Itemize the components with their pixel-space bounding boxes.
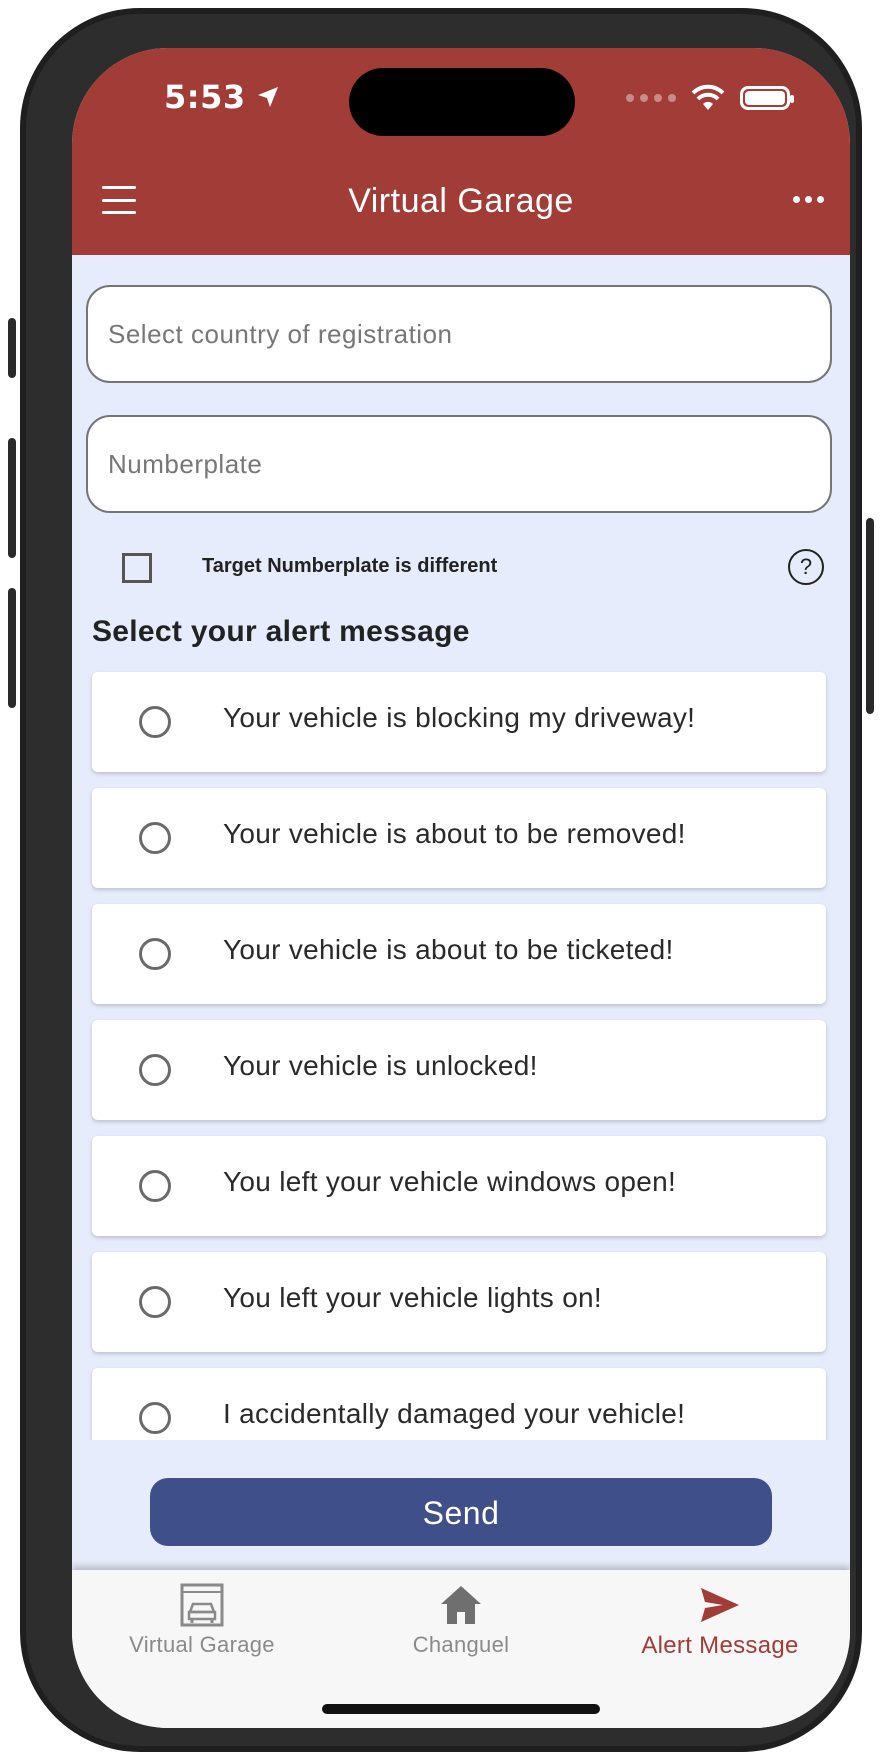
radio-button-icon[interactable]	[139, 706, 171, 738]
home-indicator[interactable]	[322, 1704, 600, 1714]
alert-option-label: You left your vehicle windows open!	[223, 1166, 677, 1197]
nav-label-virtual-garage: Virtual Garage	[129, 1632, 275, 1657]
power-button	[866, 518, 874, 714]
alert-option-label: Your vehicle is blocking my driveway!	[223, 702, 696, 733]
nav-item-alert-message[interactable]: Alert Message	[590, 1582, 850, 1660]
numberplate-input[interactable]	[88, 417, 830, 511]
nav-item-changuel[interactable]: Changuel	[331, 1582, 591, 1658]
send-icon	[701, 1588, 739, 1622]
alert-section-title: Select your alert message	[92, 615, 470, 648]
alert-option-label: You left your vehicle lights on!	[223, 1282, 603, 1313]
alert-option[interactable]: Your vehicle is blocking my driveway!	[92, 672, 826, 772]
alert-option-label: I accidentally damaged your vehicle!	[223, 1398, 686, 1429]
screen: 5:53 Virtual Garage Select country of re…	[72, 48, 850, 1728]
nav-label-alert-message: Alert Message	[641, 1632, 799, 1659]
radio-button-icon[interactable]	[139, 822, 171, 854]
alert-option-label: Your vehicle is unlocked!	[223, 1050, 538, 1081]
radio-button-icon[interactable]	[139, 1170, 171, 1202]
send-button[interactable]: Send	[150, 1478, 772, 1546]
radio-button-icon[interactable]	[139, 1286, 171, 1318]
app-bar: 5:53 Virtual Garage	[72, 48, 850, 255]
bottom-navigation: Virtual Garage Changuel Alert Message	[72, 1570, 850, 1728]
location-arrow-icon	[257, 87, 278, 107]
alert-option[interactable]: You left your vehicle windows open!	[92, 1136, 826, 1236]
radio-button-icon[interactable]	[139, 1402, 171, 1434]
cellular-signal-icon	[626, 94, 676, 102]
help-icon[interactable]: ?	[788, 549, 824, 585]
nav-item-virtual-garage[interactable]: Virtual Garage	[72, 1582, 332, 1658]
page-title: Virtual Garage	[348, 182, 574, 220]
wifi-icon	[691, 84, 725, 110]
battery-icon	[740, 86, 794, 110]
nav-label-changuel: Changuel	[412, 1632, 510, 1657]
alert-options-list[interactable]: Your vehicle is blocking my driveway! Yo…	[72, 670, 850, 1440]
status-time: 5:53	[164, 78, 280, 116]
status-time-text: 5:53	[164, 78, 246, 116]
alert-option-label: Your vehicle is about to be ticketed!	[223, 934, 674, 965]
dynamic-island	[349, 68, 575, 136]
alert-option[interactable]: Your vehicle is about to be ticketed!	[92, 904, 826, 1004]
target-numberplate-label: Target Numberplate is different	[202, 555, 498, 577]
phone-frame: 5:53 Virtual Garage Select country of re…	[8, 8, 874, 1752]
alert-option[interactable]: I accidentally damaged your vehicle!	[92, 1368, 826, 1440]
target-numberplate-row: Target Numberplate is different ?	[72, 545, 850, 593]
status-indicators	[626, 84, 794, 112]
alert-option[interactable]: Your vehicle is unlocked!	[92, 1020, 826, 1120]
more-options-icon[interactable]	[793, 196, 824, 203]
volume-down-button	[8, 588, 16, 708]
alert-option-label: Your vehicle is about to be removed!	[223, 818, 686, 849]
mute-switch	[8, 318, 16, 378]
alert-option[interactable]: You left your vehicle lights on!	[92, 1252, 826, 1352]
country-select-field[interactable]	[86, 285, 832, 383]
country-select-input[interactable]	[88, 287, 830, 381]
alert-option[interactable]: Your vehicle is about to be removed!	[92, 788, 826, 888]
home-icon	[441, 1586, 481, 1624]
radio-button-icon[interactable]	[139, 938, 171, 970]
numberplate-field[interactable]	[86, 415, 832, 513]
radio-button-icon[interactable]	[139, 1054, 171, 1086]
garage-icon	[180, 1583, 224, 1627]
volume-up-button	[8, 438, 16, 558]
target-numberplate-checkbox[interactable]	[122, 553, 152, 583]
